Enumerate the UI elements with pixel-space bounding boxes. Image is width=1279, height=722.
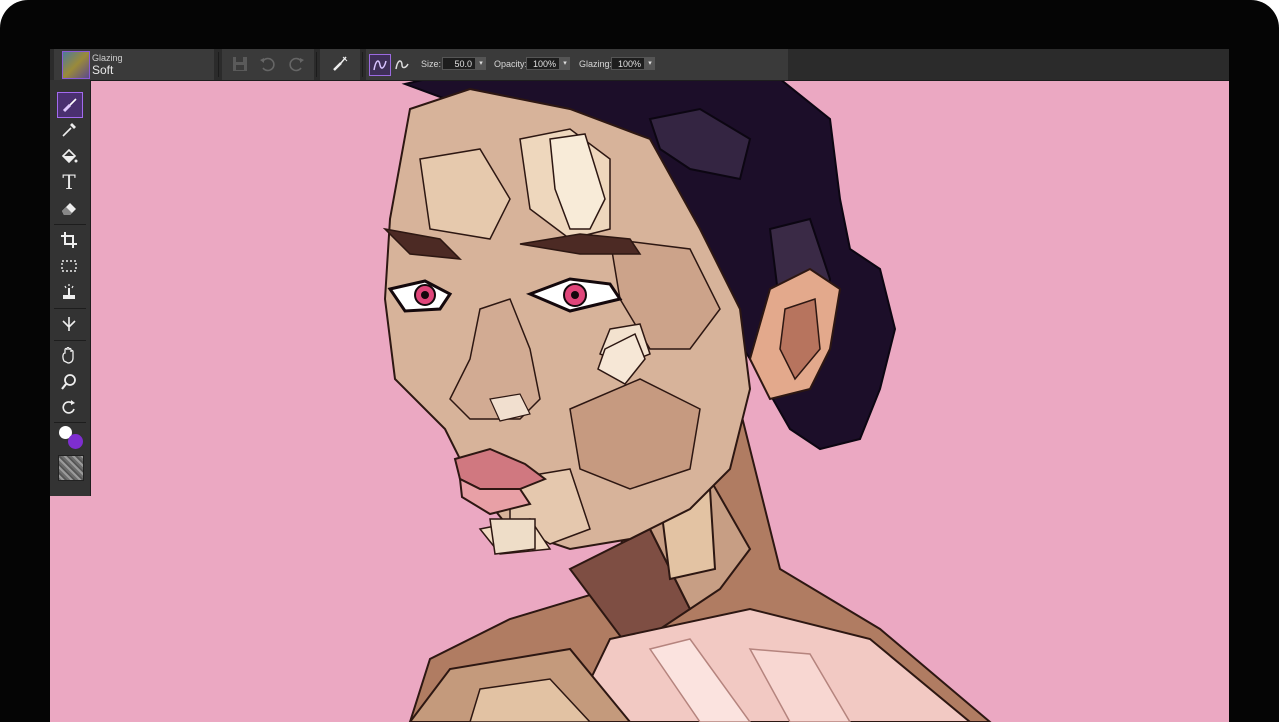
glazing-dropdown-icon[interactable]: ▾ xyxy=(645,57,655,70)
canvas-artwork[interactable] xyxy=(50,49,1229,722)
size-dropdown-icon[interactable]: ▾ xyxy=(476,57,486,70)
transform-icon[interactable] xyxy=(57,312,81,336)
property-bar: Glazing Soft Size: 50.0 ▾ Opacity: 100% … xyxy=(50,49,1229,81)
tracking-section xyxy=(320,49,360,80)
undo-icon[interactable] xyxy=(258,54,278,74)
toolbar-divider xyxy=(218,52,219,77)
main-color-swatch[interactable] xyxy=(68,434,83,449)
brush-dab-thumbnail[interactable] xyxy=(62,51,90,79)
paint-bucket-icon[interactable] xyxy=(57,144,81,168)
document-actions xyxy=(222,49,314,80)
brush-variant-label: Soft xyxy=(92,63,114,77)
toolbox-divider xyxy=(54,224,86,225)
toolbar-divider xyxy=(362,52,363,77)
brush-selector[interactable]: Glazing Soft xyxy=(54,49,214,80)
toolbox-divider xyxy=(54,308,86,309)
freehand-stroke-icon[interactable] xyxy=(369,54,391,76)
color-well[interactable] xyxy=(57,426,85,452)
straight-line-icon[interactable] xyxy=(392,54,412,74)
eraser-icon[interactable] xyxy=(57,196,81,220)
app-window: Glazing Soft Size: 50.0 ▾ Opacity: 100% … xyxy=(50,49,1229,722)
dropper-icon[interactable] xyxy=(57,118,81,142)
magic-wand-icon[interactable] xyxy=(57,280,81,304)
toolbox-divider xyxy=(54,340,86,341)
stroke-type-section xyxy=(366,49,416,80)
magnifier-icon[interactable] xyxy=(57,370,81,394)
toolbox-divider xyxy=(54,422,86,423)
toolbar-divider xyxy=(316,52,317,77)
brush-tracking-icon[interactable] xyxy=(330,54,350,74)
brush-controls: Size: 50.0 ▾ Opacity: 100% ▾ Glazing: 10… xyxy=(416,49,788,80)
toolbox: T xyxy=(50,80,91,496)
redo-icon[interactable] xyxy=(286,54,306,74)
grabber-icon[interactable] xyxy=(57,344,81,368)
size-field[interactable]: 50.0 xyxy=(442,57,476,70)
opacity-dropdown-icon[interactable]: ▾ xyxy=(560,57,570,70)
brush-category-label: Glazing xyxy=(92,53,123,63)
monitor-bezel: Glazing Soft Size: 50.0 ▾ Opacity: 100% … xyxy=(0,0,1279,722)
paper-texture-swatch[interactable] xyxy=(58,455,84,481)
size-label: Size: xyxy=(421,59,442,69)
opacity-label: Opacity: xyxy=(494,59,528,69)
rotate-page-icon[interactable] xyxy=(57,396,81,420)
glazing-label: Glazing: xyxy=(579,59,613,69)
glazing-field[interactable]: 100% xyxy=(611,57,645,70)
crop-icon[interactable] xyxy=(57,228,81,252)
text-icon[interactable]: T xyxy=(57,170,81,194)
rect-selection-icon[interactable] xyxy=(57,254,81,278)
brush-tool-icon[interactable] xyxy=(57,92,83,118)
save-icon[interactable] xyxy=(230,54,250,74)
opacity-field[interactable]: 100% xyxy=(526,57,560,70)
